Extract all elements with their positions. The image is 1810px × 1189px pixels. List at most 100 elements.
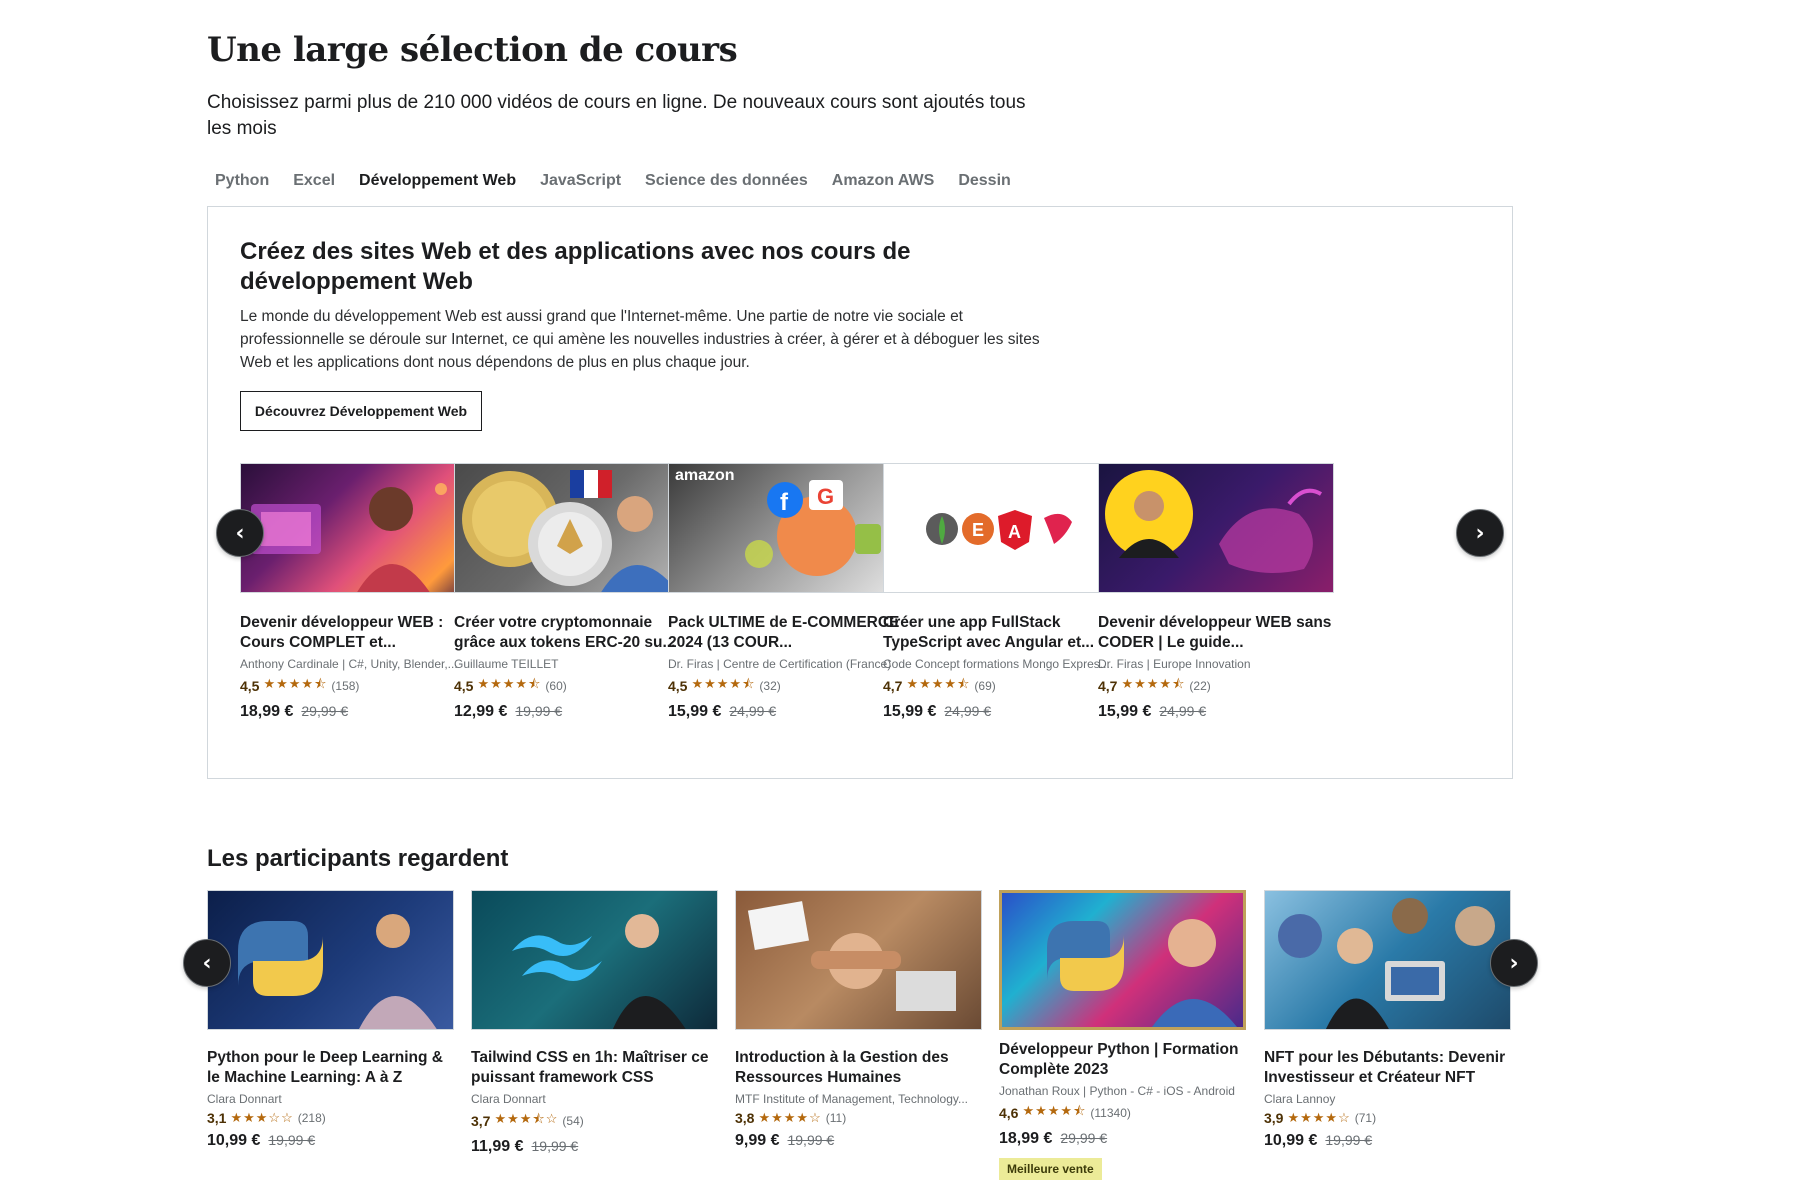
course-rating: 3,1 ★★★☆☆ (218) (207, 1110, 454, 1126)
star-icon: ★★★★☆ (1287, 1110, 1351, 1125)
course-author: Anthony Cardinale | C#, Unity, Blender,.… (240, 657, 458, 671)
original-price: 29,99 € (301, 703, 349, 719)
course-rating: 4,5 ★★★★⯪ (32) (668, 675, 904, 697)
rating-value: 3,8 (735, 1110, 755, 1126)
tab-javascript[interactable]: JavaScript (528, 170, 633, 192)
svg-text:f: f (780, 489, 789, 516)
current-price: 15,99 € (1098, 703, 1152, 720)
tab-excel[interactable]: Excel (281, 170, 347, 192)
section-title: Les participants regardent (207, 845, 509, 872)
course-price: 11,99 € 19,99 € (471, 1138, 718, 1156)
tab-dessin[interactable]: Dessin (946, 170, 1022, 192)
tab-amazon-aws[interactable]: Amazon AWS (820, 170, 947, 192)
rating-value: 4,6 (999, 1105, 1019, 1121)
nft-apes-icon (1278, 898, 1495, 1029)
course-title[interactable]: Tailwind CSS en 1h: Maîtriser ce puissan… (471, 1048, 718, 1088)
developer-photo-icon (251, 483, 447, 592)
review-count: (158) (331, 679, 360, 693)
course-card[interactable]: amazon f G Pack ULTIME de E-COMMERCE 202… (668, 463, 904, 721)
current-price: 18,99 € (999, 1130, 1053, 1147)
tailwind-logo-icon (512, 914, 686, 1029)
carousel-next-button[interactable]: › (1490, 939, 1538, 987)
carousel-prev-button[interactable]: ‹ (216, 509, 264, 557)
course-card[interactable]: Tailwind CSS en 1h: Maîtriser ce puissan… (471, 890, 718, 1156)
course-title[interactable]: Introduction à la Gestion des Ressources… (735, 1048, 982, 1088)
course-rating: 4,6 ★★★★⯪ (11340) (999, 1102, 1246, 1124)
rating-value: 4,7 (1098, 678, 1118, 694)
course-author: Clara Donnart (471, 1092, 546, 1106)
course-price: 15,99 € 24,99 € (883, 703, 1119, 721)
tab-python[interactable]: Python (203, 170, 281, 192)
star-icon: ★★★☆☆ (230, 1110, 294, 1125)
chevron-left-icon: ‹ (202, 950, 212, 976)
review-count: (54) (562, 1114, 584, 1128)
current-price: 9,99 € (735, 1132, 780, 1149)
explore-category-button[interactable]: Découvrez Développement Web (240, 391, 482, 431)
original-price: 24,99 € (944, 703, 992, 719)
category-panel: Créez des sites Web et des applications … (207, 206, 1513, 779)
course-card[interactable]: NFT pour les Débutants: Devenir Investis… (1264, 890, 1511, 1150)
star-icon: ★★★★⯪ (906, 676, 971, 691)
course-rating: 4,5 ★★★★⯪ (158) (240, 675, 476, 697)
tab-developpement-web[interactable]: Développement Web (347, 170, 528, 192)
carousel-prev-button[interactable]: ‹ (183, 939, 231, 987)
course-author: Jonathan Roux | Python - C# - iOS - Andr… (999, 1084, 1235, 1098)
course-price: 18,99 € 29,99 € (240, 703, 476, 721)
course-thumbnail[interactable]: amazon f G (668, 463, 904, 593)
star-icon: ★★★★☆ (758, 1110, 822, 1125)
current-price: 15,99 € (883, 703, 937, 720)
star-icon: ★★★⯪☆ (494, 1111, 559, 1126)
course-thumbnail[interactable] (207, 890, 454, 1030)
course-thumbnail[interactable] (1264, 890, 1511, 1030)
course-card[interactable]: Devenir développeur WEB : Cours COMPLET … (240, 463, 476, 721)
course-thumbnail[interactable] (735, 890, 982, 1030)
chevron-right-icon: › (1475, 520, 1485, 546)
original-price: 19,99 € (787, 1132, 835, 1148)
tab-science-donnees[interactable]: Science des données (633, 170, 820, 192)
review-count: (11340) (1090, 1106, 1131, 1120)
carousel-next-button[interactable]: › (1456, 509, 1504, 557)
course-author: Dr. Firas | Europe Innovation (1098, 657, 1251, 671)
course-author: Clara Lannoy (1264, 1092, 1336, 1106)
current-price: 11,99 € (471, 1138, 524, 1155)
course-thumbnail[interactable] (454, 463, 690, 593)
course-title[interactable]: Développeur Python | Formation Complète … (999, 1040, 1246, 1080)
course-card[interactable]: Développeur Python | Formation Complète … (999, 890, 1246, 1180)
course-thumbnail[interactable] (999, 890, 1246, 1030)
course-card[interactable]: Python pour le Deep Learning & le Machin… (207, 890, 454, 1150)
course-title[interactable]: NFT pour les Débutants: Devenir Investis… (1264, 1048, 1511, 1088)
star-icon: ★★★★⯪ (263, 676, 328, 691)
ethereum-coins-icon (462, 470, 679, 592)
rating-value: 4,5 (240, 678, 260, 694)
course-thumbnail[interactable] (471, 890, 718, 1030)
rating-value: 4,7 (883, 678, 903, 694)
course-author: MTF Institute of Management, Technology.… (735, 1092, 969, 1106)
course-author: Guillaume TEILLET (454, 657, 559, 671)
course-title[interactable]: Créer une app FullStack TypeScript avec … (883, 613, 1119, 653)
course-thumbnail[interactable] (1098, 463, 1334, 593)
course-title[interactable]: Pack ULTIME de E-COMMERCE 2024 (13 COUR.… (668, 613, 904, 653)
course-card[interactable]: Devenir développeur WEB sans CODER | Le … (1098, 463, 1334, 721)
course-price: 15,99 € 24,99 € (668, 703, 904, 721)
course-thumbnail[interactable]: E A (883, 463, 1119, 593)
course-card[interactable]: Introduction à la Gestion des Ressources… (735, 890, 982, 1150)
course-title[interactable]: Devenir développeur WEB : Cours COMPLET … (240, 613, 476, 653)
ecommerce-logos-icon: amazon f G (675, 467, 881, 576)
current-price: 10,99 € (207, 1132, 261, 1149)
course-title[interactable]: Python pour le Deep Learning & le Machin… (207, 1048, 454, 1088)
review-count: (11) (825, 1111, 847, 1125)
rating-value: 4,5 (668, 678, 688, 694)
course-card[interactable]: Créer votre cryptomonnaie grâce aux toke… (454, 463, 690, 721)
course-card[interactable]: E A Créer une app FullStack TypeScript a… (883, 463, 1119, 721)
course-author: Code Concept formations Mongo Expres... (883, 657, 1110, 671)
original-price: 29,99 € (1060, 1130, 1108, 1146)
rating-value: 3,9 (1264, 1110, 1284, 1126)
course-title[interactable]: Créer votre cryptomonnaie grâce aux toke… (454, 613, 690, 653)
review-count: (69) (974, 679, 996, 693)
panel-heading: Créez des sites Web et des applications … (240, 238, 911, 295)
course-price: 15,99 € 24,99 € (1098, 703, 1334, 721)
course-title[interactable]: Devenir développeur WEB sans CODER | Le … (1098, 613, 1334, 653)
course-thumbnail[interactable] (240, 463, 476, 593)
rating-value: 3,1 (207, 1110, 227, 1126)
svg-text:G: G (817, 484, 834, 509)
